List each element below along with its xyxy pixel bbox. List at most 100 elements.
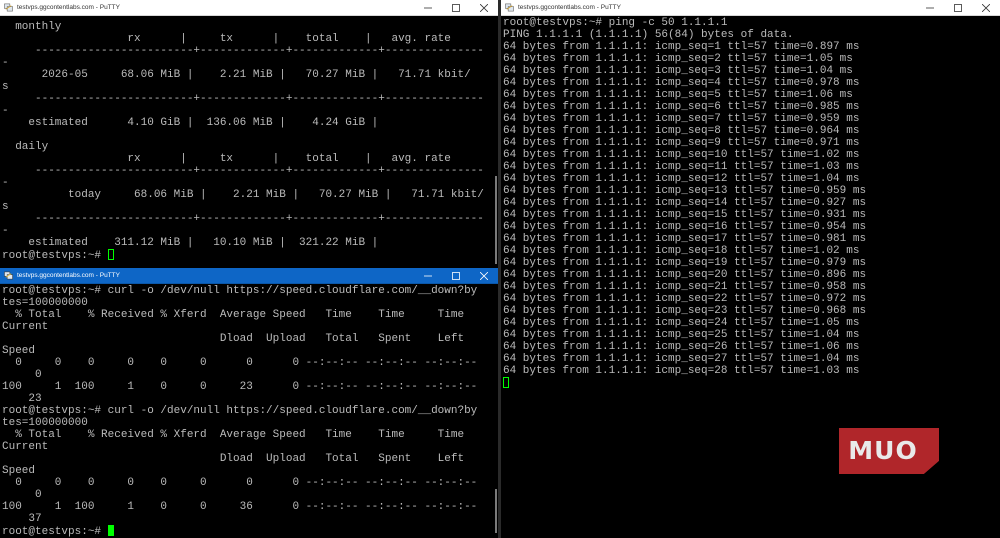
terminal-line: - <box>2 225 9 237</box>
close-icon <box>480 3 488 12</box>
shell-prompt: root@testvps:~# <box>2 526 108 538</box>
scrollbar-thumb[interactable] <box>495 176 497 264</box>
window-title: testvps.ggcontentlabs.com - PuTTY <box>518 4 621 11</box>
terminal-line: 2026-05 68.06 MiB | 2.21 MiB | 70.27 MiB… <box>2 69 471 81</box>
terminal-line: tes=100000000 <box>2 297 88 309</box>
terminal-line: root@testvps:~# curl -o /dev/null https:… <box>2 405 478 417</box>
terminal-line: 0 0 0 0 0 0 0 0 --:--:-- --:--:-- --:--:… <box>2 477 478 489</box>
putty-window-vnstat[interactable]: testvps.ggcontentlabs.com - PuTTY monthl… <box>0 0 498 268</box>
terminal-line: 64 bytes from 1.1.1.1: icmp_seq=2 ttl=57… <box>503 53 853 65</box>
minimize-button[interactable] <box>916 0 944 16</box>
terminal-line: Dload Upload Total Spent Left <box>2 453 465 465</box>
maximize-icon <box>452 3 460 12</box>
terminal-prompt-line[interactable]: root@testvps:~# <box>2 525 498 538</box>
scrollbar-thumb[interactable] <box>495 489 497 533</box>
minimize-icon <box>926 7 934 8</box>
muo-logo-graphic: MUO <box>839 428 939 474</box>
terminal-line: 64 bytes from 1.1.1.1: icmp_seq=9 ttl=57… <box>503 137 860 149</box>
terminal-line: 100 1 100 1 0 0 36 0 --:--:-- --:--:-- -… <box>2 501 478 513</box>
terminal-output[interactable]: monthly rx | tx | total | avg. rate ----… <box>0 16 498 268</box>
terminal-line: 64 bytes from 1.1.1.1: icmp_seq=15 ttl=5… <box>503 209 867 221</box>
terminal-line: 0 <box>2 489 42 501</box>
terminal-line: 64 bytes from 1.1.1.1: icmp_seq=5 ttl=57… <box>503 89 853 101</box>
terminal-line: Dload Upload Total Spent Left <box>2 333 465 345</box>
putty-icon <box>505 3 514 12</box>
terminal-cursor <box>503 377 509 388</box>
terminal-line: 64 bytes from 1.1.1.1: icmp_seq=16 ttl=5… <box>503 221 867 233</box>
putty-window-curl[interactable]: testvps.ggcontentlabs.com - PuTTY root@t… <box>0 268 498 538</box>
maximize-button[interactable] <box>442 0 470 16</box>
terminal-line: estimated 4.10 GiB | 136.06 MiB | 4.24 G… <box>2 117 379 129</box>
close-button[interactable] <box>972 0 1000 16</box>
terminal-line: ------------------------+-------------+-… <box>2 213 484 225</box>
terminal-line: 64 bytes from 1.1.1.1: icmp_seq=24 ttl=5… <box>503 317 860 329</box>
terminal-line: ------------------------+-------------+-… <box>2 45 484 57</box>
terminal-line: 64 bytes from 1.1.1.1: icmp_seq=26 ttl=5… <box>503 341 860 353</box>
terminal-line: rx | tx | total | avg. rate <box>2 33 451 45</box>
terminal-line: 64 bytes from 1.1.1.1: icmp_seq=14 ttl=5… <box>503 197 867 209</box>
close-button[interactable] <box>470 0 498 16</box>
terminal-line: 64 bytes from 1.1.1.1: icmp_seq=13 ttl=5… <box>503 185 867 197</box>
terminal-line: 23 <box>2 393 42 405</box>
terminal-line: Current <box>2 321 49 333</box>
terminal-output[interactable]: root@testvps:~# curl -o /dev/null https:… <box>0 284 498 538</box>
terminal-line: - <box>2 177 9 189</box>
terminal-line: 0 0 0 0 0 0 0 0 --:--:-- --:--:-- --:--:… <box>2 357 478 369</box>
window-titlebar[interactable]: testvps.ggcontentlabs.com - PuTTY <box>501 0 1000 16</box>
minimize-button[interactable] <box>414 0 442 16</box>
terminal-cursor <box>107 525 114 536</box>
terminal-line: root@testvps:~# curl -o /dev/null https:… <box>2 285 478 297</box>
terminal-line: 64 bytes from 1.1.1.1: icmp_seq=21 ttl=5… <box>503 281 867 293</box>
terminal-line: 64 bytes from 1.1.1.1: icmp_seq=6 ttl=57… <box>503 101 860 113</box>
maximize-button[interactable] <box>944 0 972 16</box>
terminal-line: daily <box>2 141 49 153</box>
terminal-line: 64 bytes from 1.1.1.1: icmp_seq=17 ttl=5… <box>503 233 867 245</box>
close-icon <box>982 3 990 12</box>
terminal-line: root@testvps:~# ping -c 50 1.1.1.1 <box>503 17 728 29</box>
terminal-line: 64 bytes from 1.1.1.1: icmp_seq=10 ttl=5… <box>503 149 860 161</box>
terminal-line: PING 1.1.1.1 (1.1.1.1) 56(84) bytes of d… <box>503 29 794 41</box>
terminal-line: tes=100000000 <box>2 417 88 429</box>
terminal-line: 0 <box>2 369 42 381</box>
terminal-line: - <box>2 105 9 117</box>
terminal-line: 64 bytes from 1.1.1.1: icmp_seq=22 ttl=5… <box>503 293 867 305</box>
terminal-line: - <box>2 57 9 69</box>
minimize-icon <box>424 275 432 276</box>
terminal-prompt-line[interactable] <box>503 377 1000 389</box>
putty-icon <box>4 271 13 280</box>
terminal-cursor <box>107 249 114 260</box>
terminal-line: 64 bytes from 1.1.1.1: icmp_seq=4 ttl=57… <box>503 77 860 89</box>
terminal-line: 100 1 100 1 0 0 23 0 --:--:-- --:--:-- -… <box>2 381 478 393</box>
close-button[interactable] <box>470 268 498 284</box>
terminal-line: 64 bytes from 1.1.1.1: icmp_seq=20 ttl=5… <box>503 269 867 281</box>
terminal-line: today 68.06 MiB | 2.21 MiB | 70.27 MiB |… <box>2 189 484 201</box>
window-titlebar[interactable]: testvps.ggcontentlabs.com - PuTTY <box>0 268 498 284</box>
terminal-line: 64 bytes from 1.1.1.1: icmp_seq=28 ttl=5… <box>503 365 860 377</box>
terminal-line: 64 bytes from 1.1.1.1: icmp_seq=27 ttl=5… <box>503 353 860 365</box>
terminal-line: 64 bytes from 1.1.1.1: icmp_seq=18 ttl=5… <box>503 245 860 257</box>
minimize-button[interactable] <box>414 268 442 284</box>
terminal-line: 64 bytes from 1.1.1.1: icmp_seq=7 ttl=57… <box>503 113 860 125</box>
terminal-line: 64 bytes from 1.1.1.1: icmp_seq=12 ttl=5… <box>503 173 860 185</box>
close-icon <box>480 271 488 280</box>
terminal-line: 64 bytes from 1.1.1.1: icmp_seq=19 ttl=5… <box>503 257 867 269</box>
window-title: testvps.ggcontentlabs.com - PuTTY <box>17 4 120 11</box>
muo-logo: MUO <box>839 428 939 474</box>
terminal-line: ------------------------+-------------+-… <box>2 165 484 177</box>
terminal-line: Current <box>2 441 49 453</box>
shell-prompt: root@testvps:~# <box>2 250 108 262</box>
terminal-line: 64 bytes from 1.1.1.1: icmp_seq=1 ttl=57… <box>503 41 860 53</box>
terminal-line: estimated 311.12 MiB | 10.10 MiB | 321.2… <box>2 237 379 249</box>
terminal-line: s <box>2 81 9 93</box>
putty-icon <box>4 3 13 12</box>
terminal-line: monthly <box>2 21 62 33</box>
window-titlebar[interactable]: testvps.ggcontentlabs.com - PuTTY <box>0 0 498 16</box>
terminal-line: 37 <box>2 513 42 525</box>
window-title: testvps.ggcontentlabs.com - PuTTY <box>17 272 120 279</box>
terminal-prompt-line[interactable]: root@testvps:~# <box>2 249 498 262</box>
terminal-line: Speed <box>2 465 36 477</box>
maximize-button[interactable] <box>442 268 470 284</box>
terminal-line: 64 bytes from 1.1.1.1: icmp_seq=8 ttl=57… <box>503 125 860 137</box>
maximize-icon <box>452 271 460 280</box>
